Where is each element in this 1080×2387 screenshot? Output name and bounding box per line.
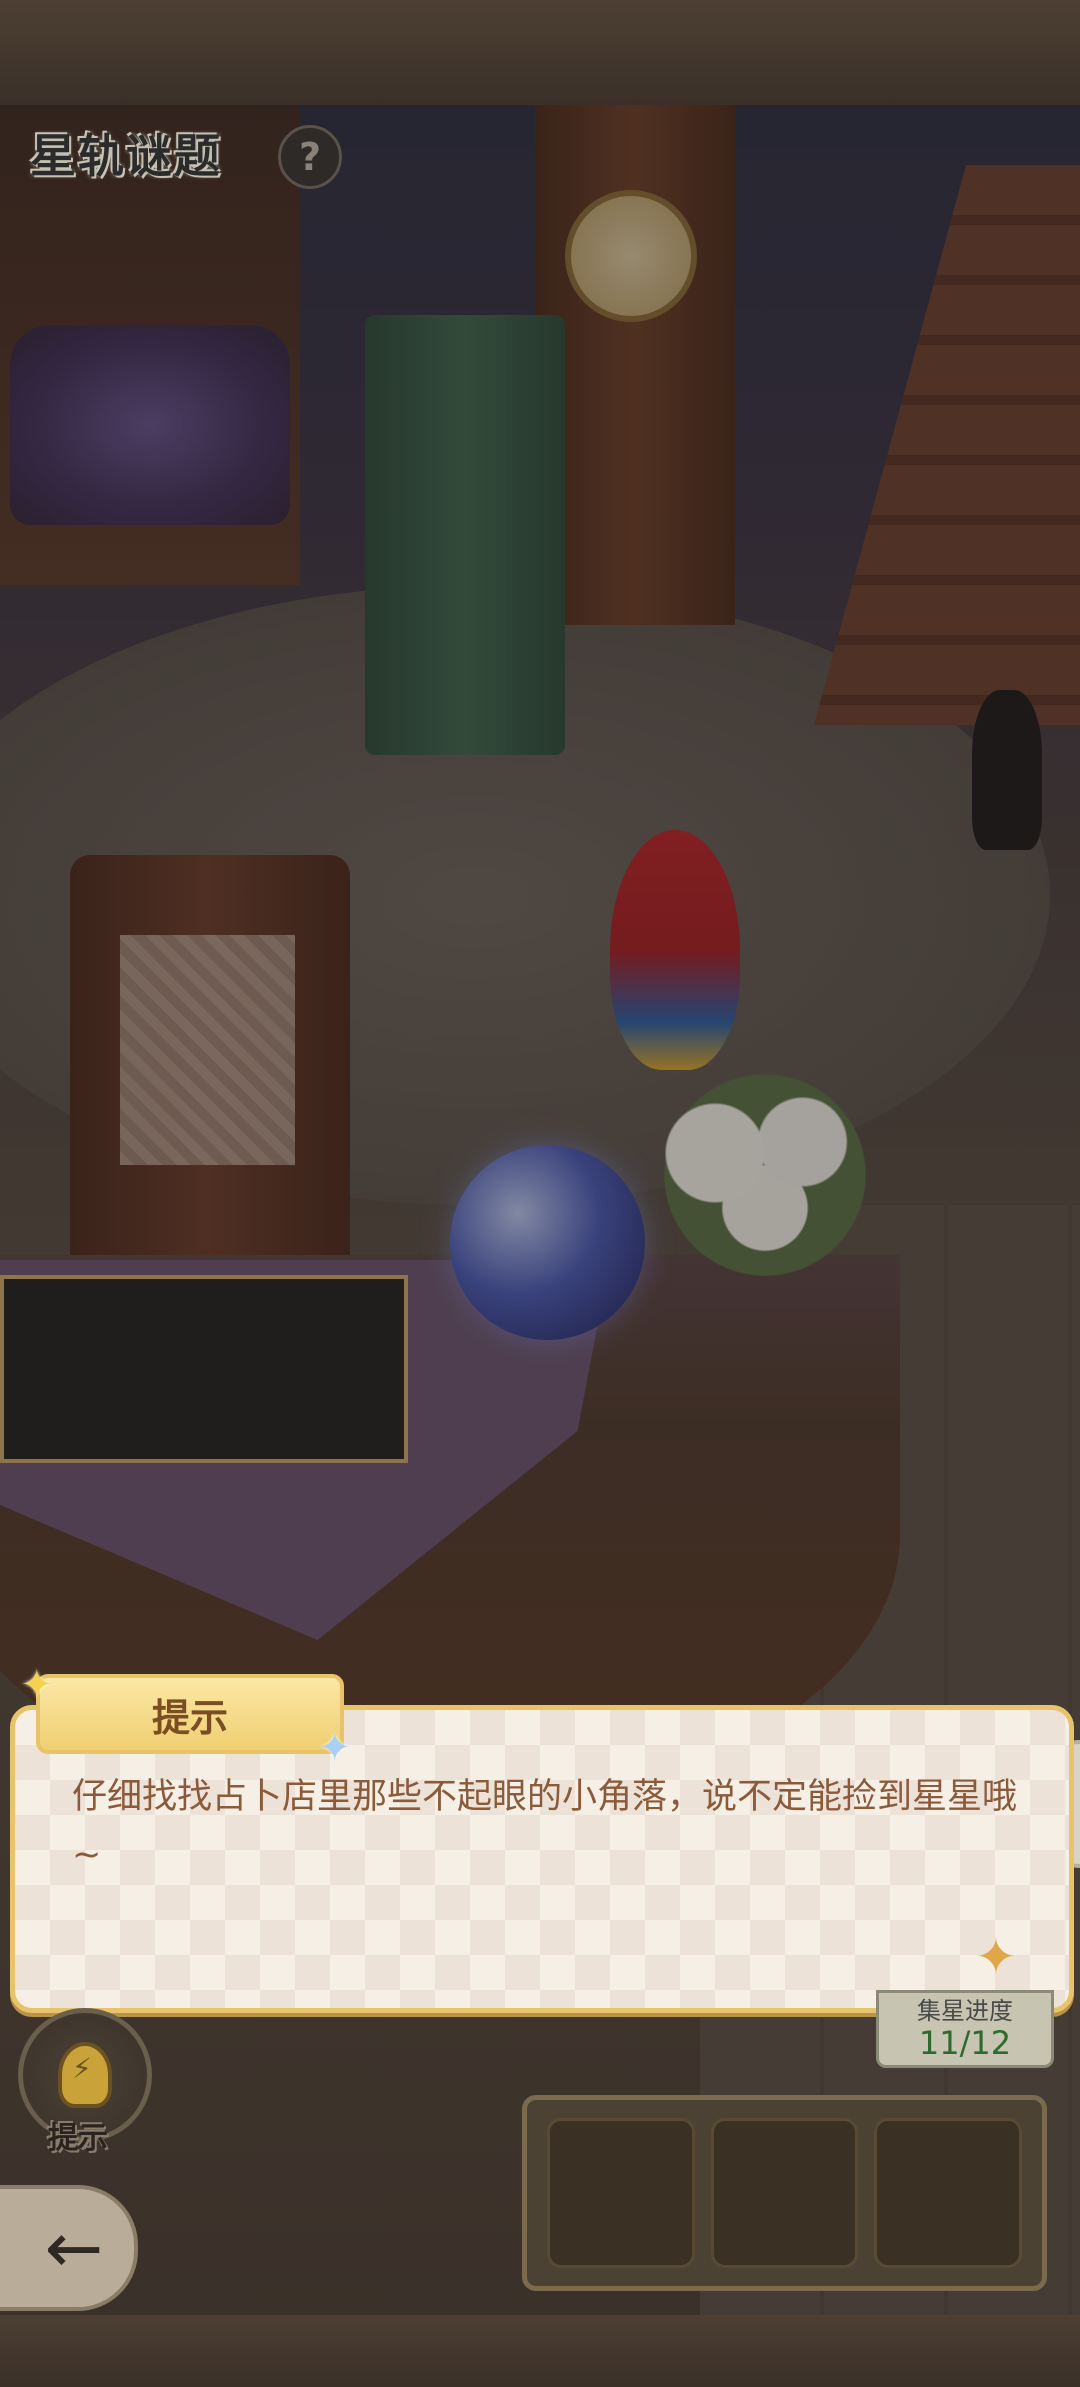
lightbulb-icon [58, 2042, 112, 2108]
progress-label: 集星进度 [917, 1997, 1013, 2025]
progress-value: 11/12 [918, 2024, 1012, 2062]
star-pedestal-icon: ✦ [975, 1928, 1017, 1986]
hint-message: 仔细找找占卜店里那些不起眼的小角落，说不定能捡到星星哦~ [72, 1777, 1018, 1875]
sparkle-icon: ✦ [318, 1725, 352, 1771]
star-progress-panel: 集星进度 11/12 [876, 1990, 1054, 2068]
top-frame [0, 0, 1080, 105]
item-slot[interactable] [874, 2118, 1023, 2268]
hint-tab-label: 提示 [151, 1695, 228, 1740]
game-title: 星轨谜题 [30, 129, 222, 183]
item-slot[interactable] [547, 2118, 695, 2268]
bottom-frame [0, 2315, 1080, 2387]
hint-button-label: 提示 [48, 2121, 108, 2156]
back-button[interactable]: ← [0, 2185, 138, 2311]
hint-tab: 提示 [36, 1674, 344, 1754]
item-slot[interactable] [710, 2118, 859, 2268]
question-icon: ? [298, 135, 322, 179]
help-button[interactable]: ? [278, 125, 342, 189]
item-tray [522, 2095, 1047, 2291]
back-arrow-icon: ← [44, 2207, 104, 2289]
sparkle-icon: ✦ [20, 1662, 54, 1708]
